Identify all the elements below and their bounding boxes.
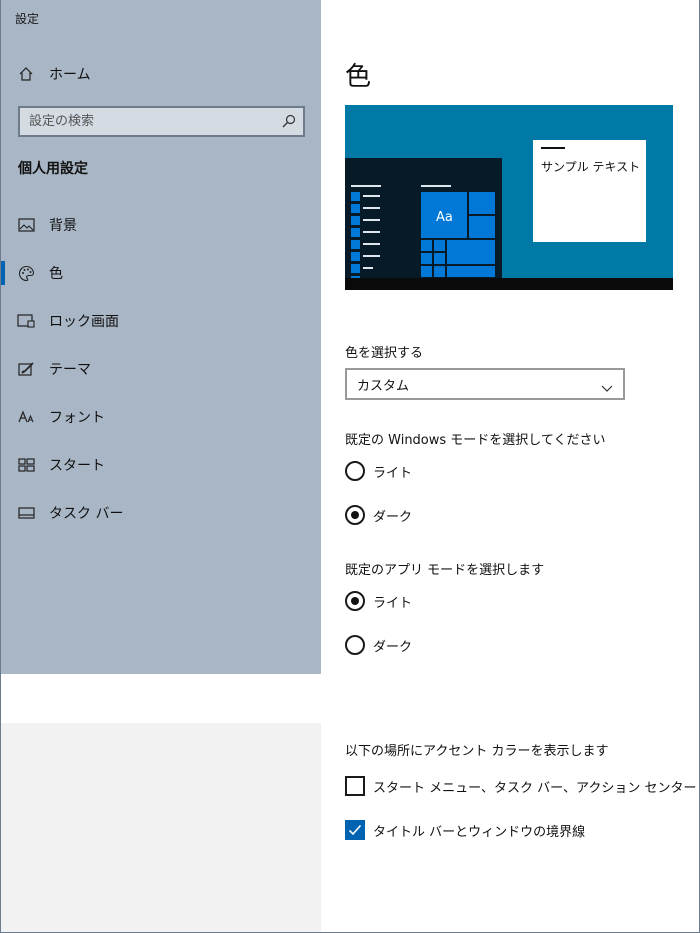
app-mode-label: 既定のアプリ モードを選択します bbox=[345, 563, 545, 578]
section-title: 個人用設定 bbox=[18, 161, 88, 177]
preview-taskbar bbox=[345, 278, 673, 290]
color-select-dropdown[interactable]: カスタム bbox=[345, 368, 625, 400]
radio-label: ライト bbox=[373, 595, 413, 611]
checkbox-box-checked bbox=[345, 820, 365, 840]
page-title: 色 bbox=[345, 62, 372, 92]
radio-circle bbox=[345, 635, 365, 655]
home-icon bbox=[17, 65, 35, 83]
checkbox-box bbox=[345, 776, 365, 796]
sidebar-item-label: 色 bbox=[49, 266, 63, 282]
sidebar-item-label: タスク バー bbox=[49, 506, 124, 522]
sidebar-item-background[interactable]: 背景 bbox=[1, 205, 320, 245]
picture-icon bbox=[17, 216, 35, 234]
sidebar-item-lock-screen[interactable]: ロック画面 bbox=[1, 301, 320, 341]
sidebar-item-label: 背景 bbox=[49, 218, 77, 234]
windows-mode-light-radio[interactable]: ライト bbox=[345, 460, 412, 482]
app-mode-dark-radio[interactable]: ダーク bbox=[345, 634, 412, 656]
preview-sample-window: サンプル テキスト bbox=[533, 140, 646, 242]
sidebar-item-themes[interactable]: テーマ bbox=[1, 349, 320, 389]
sidebar-item-fonts[interactable]: フォント bbox=[1, 397, 320, 437]
checkbox-label: スタート メニュー、タスク バー、アクション センター bbox=[373, 780, 697, 796]
windows-mode-label: 既定の Windows モードを選択してください bbox=[345, 433, 606, 448]
sidebar-item-label: ロック画面 bbox=[49, 314, 119, 330]
radio-circle bbox=[345, 461, 365, 481]
app-mode-light-radio[interactable]: ライト bbox=[345, 590, 412, 612]
sidebar-item-colors[interactable]: 色 bbox=[1, 253, 320, 293]
checkbox-label: タイトル バーとウィンドウの境界線 bbox=[373, 824, 586, 840]
start-icon bbox=[17, 456, 35, 474]
sidebar-item-start[interactable]: スタート bbox=[1, 445, 320, 485]
search-icon[interactable] bbox=[281, 113, 297, 129]
sidebar-item-label: フォント bbox=[49, 410, 105, 426]
radio-circle-checked bbox=[345, 591, 365, 611]
nav-home-label: ホーム bbox=[49, 67, 91, 83]
windows-mode-dark-radio[interactable]: ダーク bbox=[345, 504, 412, 526]
search-input[interactable] bbox=[20, 108, 270, 135]
preview-tile-label: Aa bbox=[436, 210, 453, 225]
checkmark-icon bbox=[348, 824, 362, 836]
color-select-label: 色を選択する bbox=[345, 346, 424, 361]
nav-home[interactable]: ホーム bbox=[1, 54, 320, 94]
gap-band bbox=[0, 674, 700, 723]
color-select-value: カスタム bbox=[357, 378, 410, 394]
radio-circle-checked bbox=[345, 505, 365, 525]
taskbar-icon bbox=[17, 504, 35, 522]
window-title: 設定 bbox=[15, 12, 40, 26]
sidebar-item-label: テーマ bbox=[49, 362, 91, 378]
palette-icon bbox=[17, 264, 35, 282]
font-icon bbox=[17, 408, 35, 426]
lock-screen-icon bbox=[17, 312, 35, 330]
radio-label: ダーク bbox=[373, 509, 413, 525]
sidebar-item-label: スタート bbox=[49, 458, 105, 474]
radio-label: ダーク bbox=[373, 639, 413, 655]
accent-titlebar-checkbox[interactable]: タイトル バーとウィンドウの境界線 bbox=[345, 820, 585, 840]
preview-sample-text: サンプル テキスト bbox=[541, 160, 641, 174]
theme-icon bbox=[17, 360, 35, 378]
radio-label: ライト bbox=[373, 465, 413, 481]
chevron-down-icon bbox=[601, 379, 613, 392]
sidebar-lower-panel bbox=[1, 723, 321, 932]
theme-preview: Aa サンプル テキスト bbox=[345, 105, 673, 290]
accent-surfaces-label: 以下の場所にアクセント カラーを表示します bbox=[345, 744, 609, 759]
preview-start-menu: Aa bbox=[345, 158, 502, 290]
search-box[interactable] bbox=[18, 106, 305, 137]
sidebar-item-taskbar[interactable]: タスク バー bbox=[1, 493, 320, 533]
accent-start-taskbar-checkbox[interactable]: スタート メニュー、タスク バー、アクション センター bbox=[345, 776, 697, 796]
